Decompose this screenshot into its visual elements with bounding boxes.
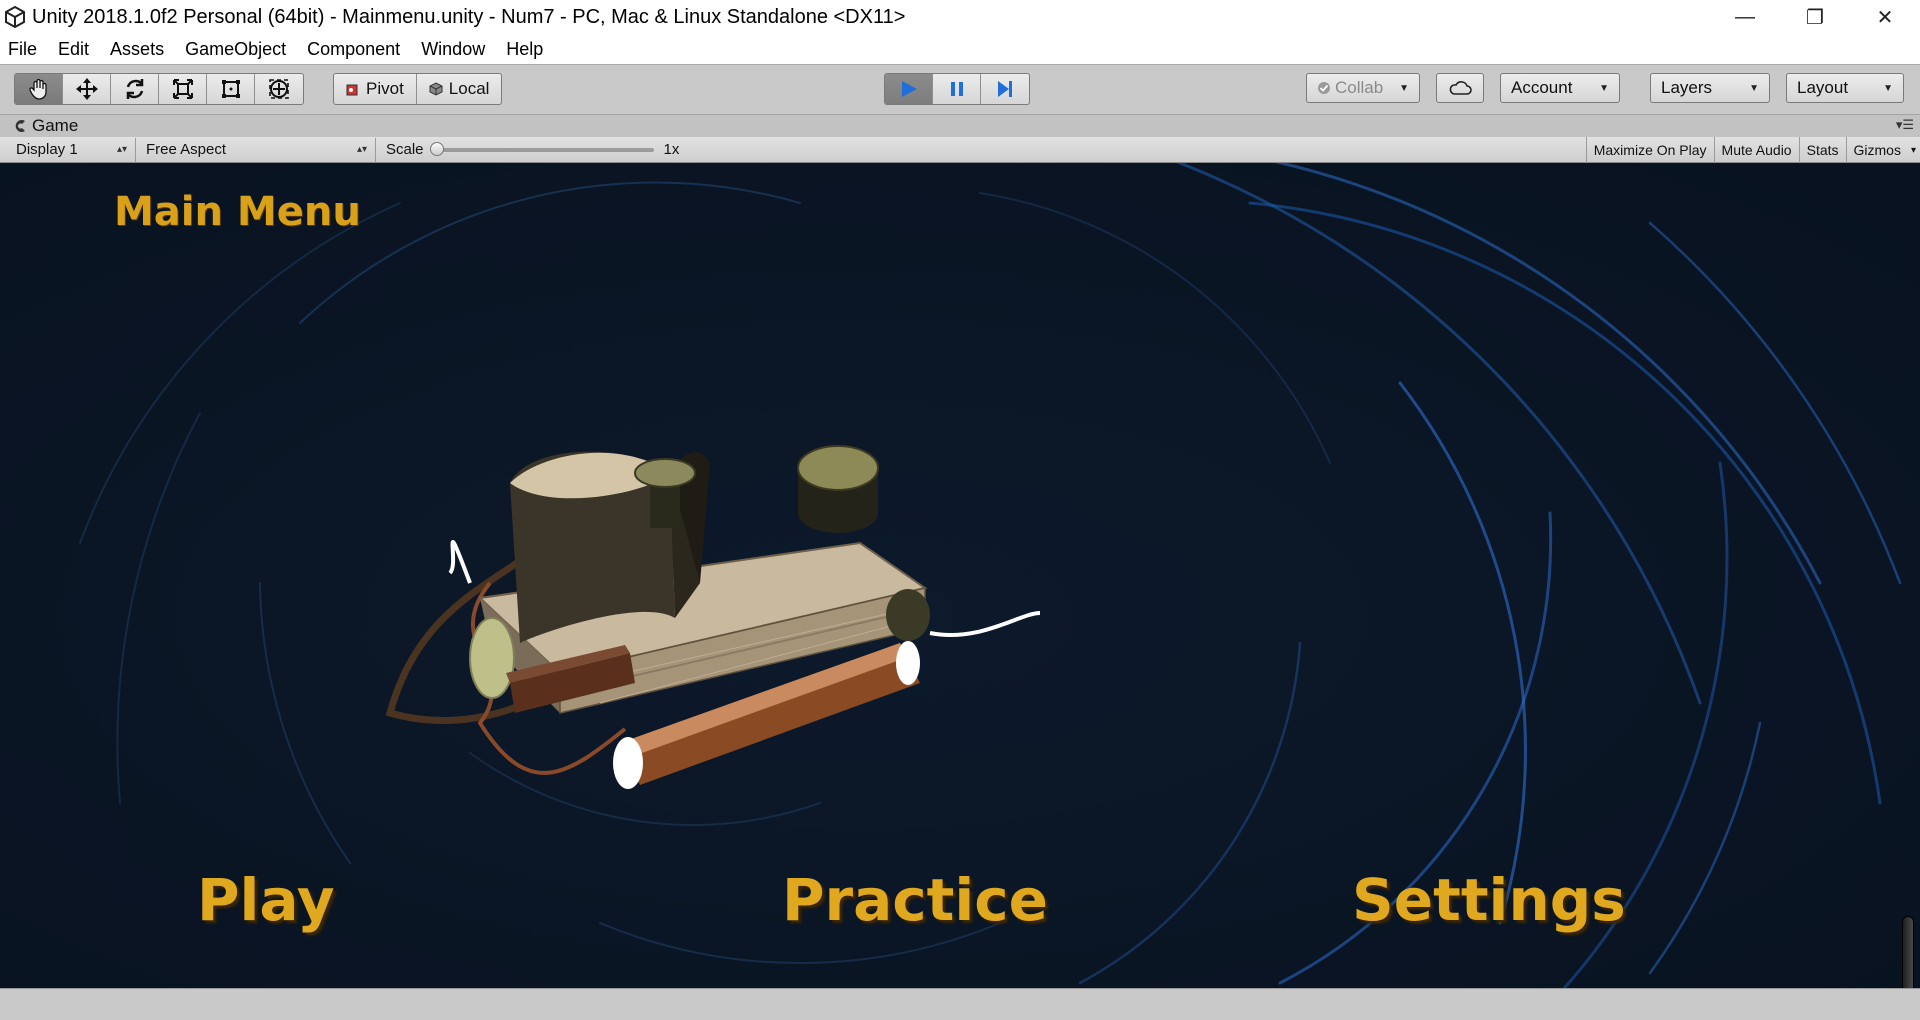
- chevron-down-icon: ▾: [1910, 144, 1916, 156]
- move-icon: [75, 78, 98, 100]
- pivot-label: Pivot: [366, 79, 404, 98]
- scale-slider-thumb[interactable]: [429, 141, 444, 156]
- play-button[interactable]: [885, 74, 933, 104]
- move-tool-button[interactable]: [63, 74, 111, 104]
- cloud-button[interactable]: [1436, 73, 1484, 103]
- settings-menu-button[interactable]: Settings: [1352, 866, 1626, 934]
- chevron-down-icon: ▼: [1883, 82, 1893, 94]
- menu-file[interactable]: File: [8, 39, 37, 60]
- rect-icon: [221, 80, 240, 98]
- account-label: Account: [1511, 78, 1573, 97]
- pause-icon: [950, 82, 963, 96]
- chevron-down-icon: ▼: [1749, 82, 1759, 94]
- transform-tools: [14, 73, 304, 105]
- scale-value: 1x: [663, 141, 680, 158]
- pivot-local-group: Pivot Local: [333, 73, 503, 105]
- game-controller-icon: [15, 120, 25, 132]
- menu-assets[interactable]: Assets: [110, 39, 164, 60]
- scale-icon: [172, 79, 193, 99]
- menu-help[interactable]: Help: [506, 39, 543, 60]
- bomb-model-image: [385, 445, 1041, 789]
- game-tab[interactable]: Game ▾☰: [0, 114, 1920, 137]
- status-bar: [0, 988, 1920, 1020]
- pivot-icon: [346, 84, 358, 96]
- updown-arrows-icon: ▴▾: [116, 144, 127, 155]
- local-button[interactable]: Local: [417, 74, 502, 104]
- check-circle-icon: [1318, 82, 1330, 94]
- menu-gameobject[interactable]: GameObject: [185, 39, 286, 60]
- scale-label: Scale: [386, 141, 424, 158]
- pause-button[interactable]: [933, 74, 981, 104]
- game-tab-label: Game: [32, 116, 79, 135]
- account-dropdown[interactable]: Account ▼: [1500, 73, 1620, 103]
- minimize-button[interactable]: —: [1710, 0, 1780, 34]
- rotate-tool-button[interactable]: [111, 74, 159, 104]
- main-menu-title: Main Menu: [114, 189, 361, 235]
- chevron-down-icon: ▼: [1599, 82, 1609, 94]
- restore-button[interactable]: ❐: [1780, 0, 1850, 34]
- gizmos-label: Gizmos: [1853, 142, 1901, 158]
- mute-audio-toggle[interactable]: Mute Audio: [1713, 137, 1799, 163]
- toolbar: Pivot Local Collab ▼ Account ▼ Layers ▼: [0, 64, 1920, 114]
- maximize-on-play-toggle[interactable]: Maximize On Play: [1585, 137, 1714, 163]
- display-select[interactable]: Display 1 ▴▾: [8, 137, 136, 162]
- close-button[interactable]: ✕: [1850, 0, 1920, 34]
- window-title: Unity 2018.1.0f2 Personal (64bit) - Main…: [32, 5, 906, 28]
- rect-tool-button[interactable]: [207, 74, 255, 104]
- play-icon: [901, 81, 917, 97]
- layers-label: Layers: [1661, 78, 1713, 97]
- local-label: Local: [448, 79, 490, 98]
- transform-tool-button[interactable]: [255, 74, 303, 104]
- aspect-select[interactable]: Free Aspect ▴▾: [136, 137, 376, 162]
- playback-controls: [884, 73, 1030, 105]
- transform-icon: [269, 79, 289, 99]
- gizmos-toggle[interactable]: Gizmos ▾: [1845, 137, 1920, 163]
- play-menu-button[interactable]: Play: [197, 866, 335, 934]
- menu-component[interactable]: Component: [307, 39, 400, 60]
- practice-menu-button[interactable]: Practice: [782, 866, 1048, 934]
- rotate-icon: [126, 79, 143, 99]
- hand-icon: [28, 78, 47, 100]
- cube-icon: [429, 82, 443, 96]
- game-view-controls: Display 1 ▴▾ Free Aspect ▴▾ Scale 1x Max…: [0, 137, 1920, 163]
- title-bar: Unity 2018.1.0f2 Personal (64bit) - Main…: [0, 0, 1920, 34]
- pivot-button[interactable]: Pivot: [334, 74, 417, 104]
- scale-tool-button[interactable]: [159, 74, 207, 104]
- step-button[interactable]: [981, 74, 1029, 104]
- chevron-down-icon: ▼: [1399, 82, 1409, 94]
- menu-window[interactable]: Window: [421, 39, 485, 60]
- cloud-icon: [1449, 81, 1472, 95]
- hand-tool-button[interactable]: [15, 74, 63, 104]
- menu-edit[interactable]: Edit: [58, 39, 89, 60]
- layout-label: Layout: [1797, 78, 1849, 97]
- updown-arrows-icon: ▴▾: [356, 144, 367, 155]
- layers-dropdown[interactable]: Layers ▼: [1650, 73, 1770, 103]
- stats-toggle[interactable]: Stats: [1798, 137, 1846, 163]
- menu-bar: File Edit Assets GameObject Component Wi…: [0, 34, 1920, 64]
- collab-label: Collab: [1335, 78, 1384, 97]
- step-icon: [998, 81, 1012, 97]
- collab-dropdown[interactable]: Collab ▼: [1306, 73, 1420, 103]
- tab-menu-icon[interactable]: ▾☰: [1896, 117, 1914, 133]
- aspect-label: Free Aspect: [146, 141, 227, 158]
- layout-dropdown[interactable]: Layout ▼: [1786, 73, 1904, 103]
- unity-logo-icon: [2, 0, 28, 34]
- display-label: Display 1: [16, 141, 78, 158]
- game-viewport[interactable]: Main Menu Play Practice Settings: [0, 163, 1920, 988]
- scale-control: Scale 1x: [376, 138, 679, 162]
- scale-slider[interactable]: [429, 141, 654, 156]
